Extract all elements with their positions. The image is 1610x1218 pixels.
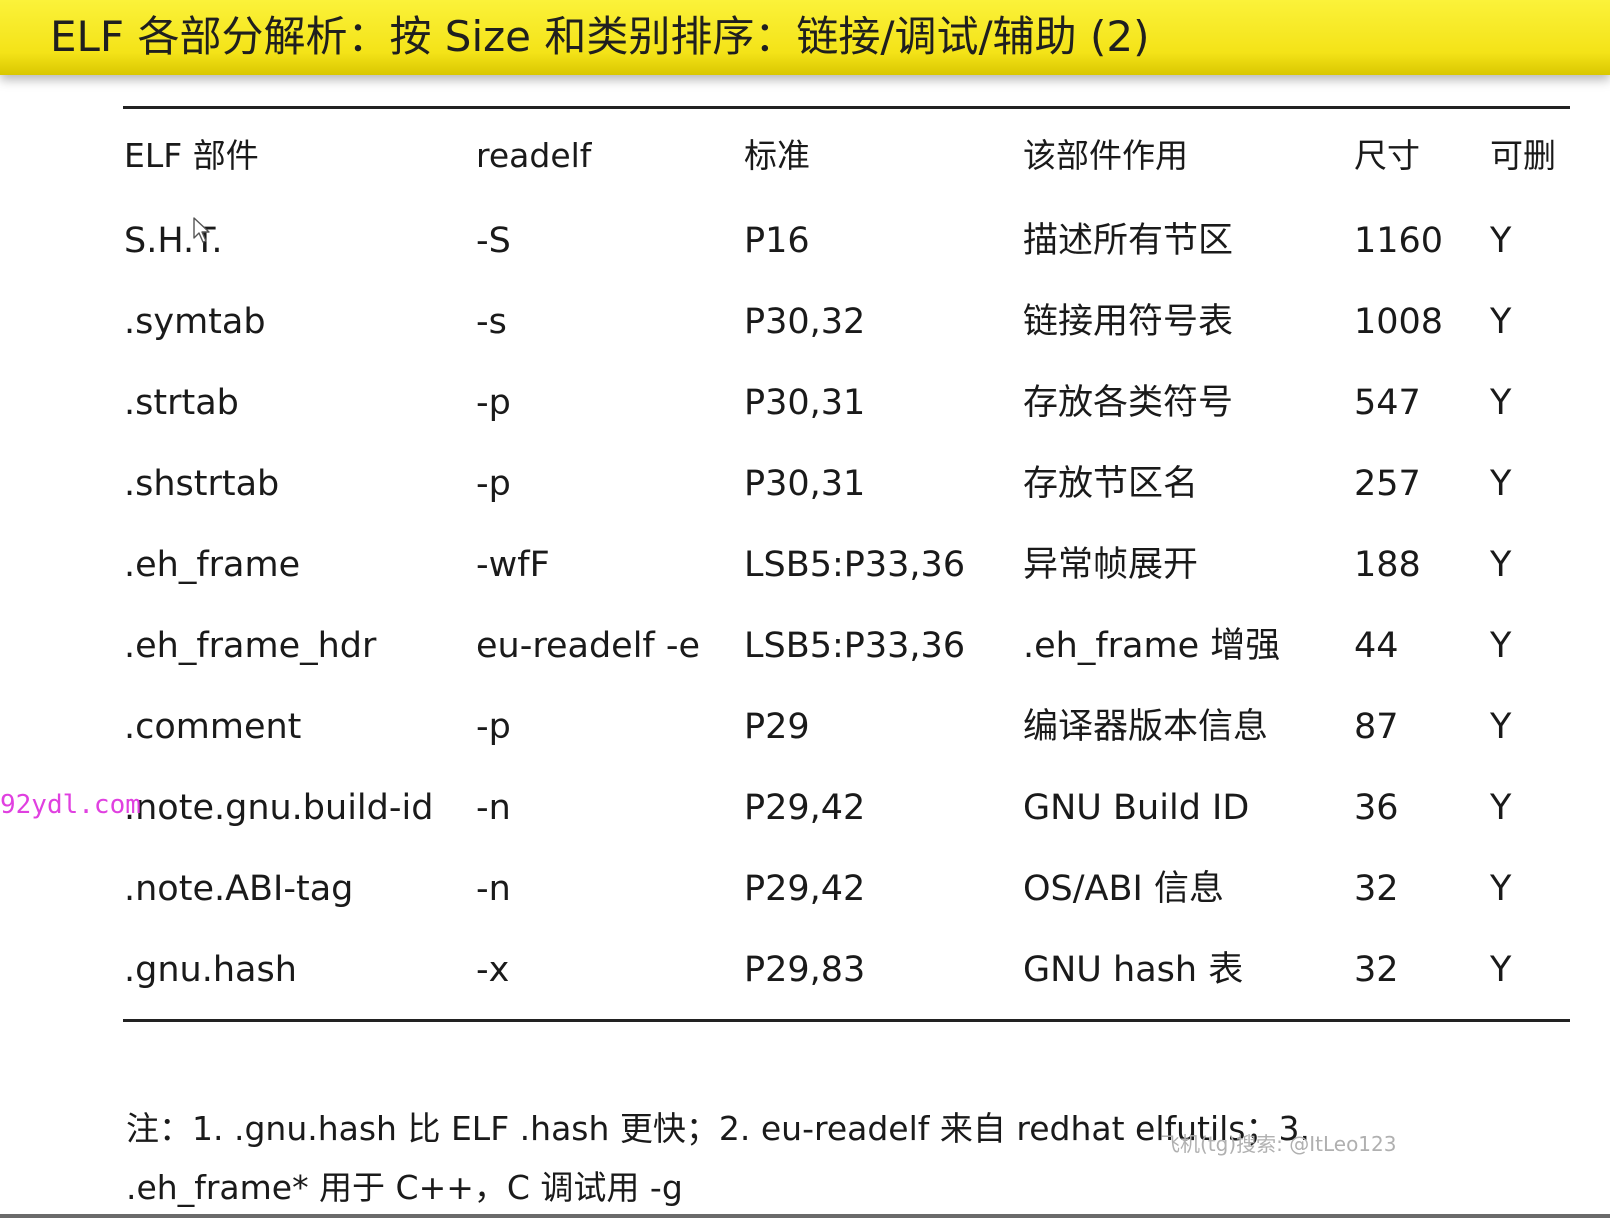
table-cell: Y <box>1490 464 1512 504</box>
table-cell: -p <box>476 707 511 747</box>
header-cell: 尺寸 <box>1354 136 1420 175</box>
table-cell: 44 <box>1354 626 1399 666</box>
table-row: .shstrtab -p P30,31 存放节区名 257 Y <box>0 454 1610 514</box>
title-bar: ELF 各部分解析：按 Size 和类别排序：链接/调试/辅助 (2) <box>0 0 1610 75</box>
table-cell: Y <box>1490 707 1512 747</box>
table-cell: 547 <box>1354 383 1421 423</box>
table-cell: .eh_frame_hdr <box>124 626 377 666</box>
table-cell: P30,31 <box>744 383 866 423</box>
table-cell: Y <box>1490 221 1512 261</box>
table-cell: 编译器版本信息 <box>1023 707 1269 747</box>
footnote-line-1: 注：1. .gnu.hash 比 ELF .hash 更快；2. eu-read… <box>126 1109 1310 1148</box>
table-cell: 存放节区名 <box>1023 464 1199 504</box>
footnote-line-2: .eh_frame* 用于 C++，C 调试用 -g <box>126 1168 683 1207</box>
table-cell: .shstrtab <box>124 464 280 504</box>
table-cell: eu-readelf -e <box>476 626 701 666</box>
table-cell: Y <box>1490 302 1512 342</box>
header-cell: 该部件作用 <box>1023 136 1188 175</box>
table-cell: .eh_frame 增强 <box>1023 626 1281 666</box>
table-row: .symtab -s P30,32 链接用符号表 1008 Y <box>0 292 1610 352</box>
table-cell: 存放各类符号 <box>1023 383 1234 423</box>
table-cell: Y <box>1490 869 1512 909</box>
table-cell: -n <box>476 788 511 828</box>
site-watermark: 92ydl.com <box>0 790 141 820</box>
table-row: .eh_frame_hdr eu-readelf -e LSB5:P33,36 … <box>0 616 1610 676</box>
table-cell: GNU Build ID <box>1023 788 1250 828</box>
table-row: .comment -p P29 编译器版本信息 87 Y <box>0 697 1610 757</box>
table-header-row: ELF 部件 readelf 标准 该部件作用 尺寸 可删 <box>0 126 1610 186</box>
mouse-cursor-icon <box>193 217 210 243</box>
table-cell: P29,42 <box>744 869 866 909</box>
table-row: .note.gnu.build-id -n P29,42 GNU Build I… <box>0 778 1610 838</box>
table-cell: LSB5:P33,36 <box>744 545 966 585</box>
table-row: .strtab -p P30,31 存放各类符号 547 Y <box>0 373 1610 433</box>
table-cell: P29,83 <box>744 950 866 990</box>
table-cell: 链接用符号表 <box>1023 302 1234 342</box>
table-cell: -wfF <box>476 545 550 585</box>
table-cell: P29,42 <box>744 788 866 828</box>
table-cell: 1008 <box>1354 302 1444 342</box>
table-cell: P30,32 <box>744 302 866 342</box>
header-cell: 可删 <box>1490 136 1556 175</box>
table-cell: -p <box>476 383 511 423</box>
table-cell: -S <box>476 221 511 261</box>
table-cell: .gnu.hash <box>124 950 297 990</box>
table-row: S.H.T. -S P16 描述所有节区 1160 Y <box>0 211 1610 271</box>
table-cell: .eh_frame <box>124 545 301 585</box>
slide-title: ELF 各部分解析：按 Size 和类别排序：链接/调试/辅助 (2) <box>50 12 1150 61</box>
table-cell: 188 <box>1354 545 1421 585</box>
table-cell: OS/ABI 信息 <box>1023 869 1224 909</box>
table-cell: .comment <box>124 707 302 747</box>
table-cell: 257 <box>1354 464 1421 504</box>
table-cell: 36 <box>1354 788 1399 828</box>
table-row: .eh_frame -wfF LSB5:P33,36 异常帧展开 188 Y <box>0 535 1610 595</box>
table-cell: -s <box>476 302 507 342</box>
header-cell: ELF 部件 <box>124 136 259 175</box>
table-cell: 描述所有节区 <box>1023 221 1234 261</box>
header-cell: readelf <box>476 136 592 175</box>
table-cell: .note.gnu.build-id <box>124 788 434 828</box>
table-cell: GNU hash 表 <box>1023 950 1244 990</box>
table-cell: Y <box>1490 626 1512 666</box>
table-cell: P30,31 <box>744 464 866 504</box>
table-cell: Y <box>1490 383 1512 423</box>
table-cell: .symtab <box>124 302 266 342</box>
table-cell: 异常帧展开 <box>1023 545 1199 585</box>
table-cell: -n <box>476 869 511 909</box>
table-bottom-rule <box>123 1019 1570 1022</box>
table-cell: LSB5:P33,36 <box>744 626 966 666</box>
table-cell: Y <box>1490 545 1512 585</box>
table-top-rule <box>123 106 1570 109</box>
table-row: .gnu.hash -x P29,83 GNU hash 表 32 Y <box>0 940 1610 1000</box>
table-cell: Y <box>1490 788 1512 828</box>
table-cell: 32 <box>1354 869 1399 909</box>
table-cell: .note.ABI-tag <box>124 869 354 909</box>
header-cell: 标准 <box>744 136 810 175</box>
table-cell: 1160 <box>1354 221 1444 261</box>
bottom-border <box>0 1214 1610 1218</box>
table-cell: P29 <box>744 707 810 747</box>
table-cell: 87 <box>1354 707 1399 747</box>
table-cell: -x <box>476 950 510 990</box>
table-cell: P16 <box>744 221 810 261</box>
table-cell: 32 <box>1354 950 1399 990</box>
table-cell: .strtab <box>124 383 239 423</box>
table-row: .note.ABI-tag -n P29,42 OS/ABI 信息 32 Y <box>0 859 1610 919</box>
table-cell: -p <box>476 464 511 504</box>
overlay-handle: 飞机(tg)搜索: @ItLeo123 <box>1160 1132 1397 1156</box>
table-cell: Y <box>1490 950 1512 990</box>
